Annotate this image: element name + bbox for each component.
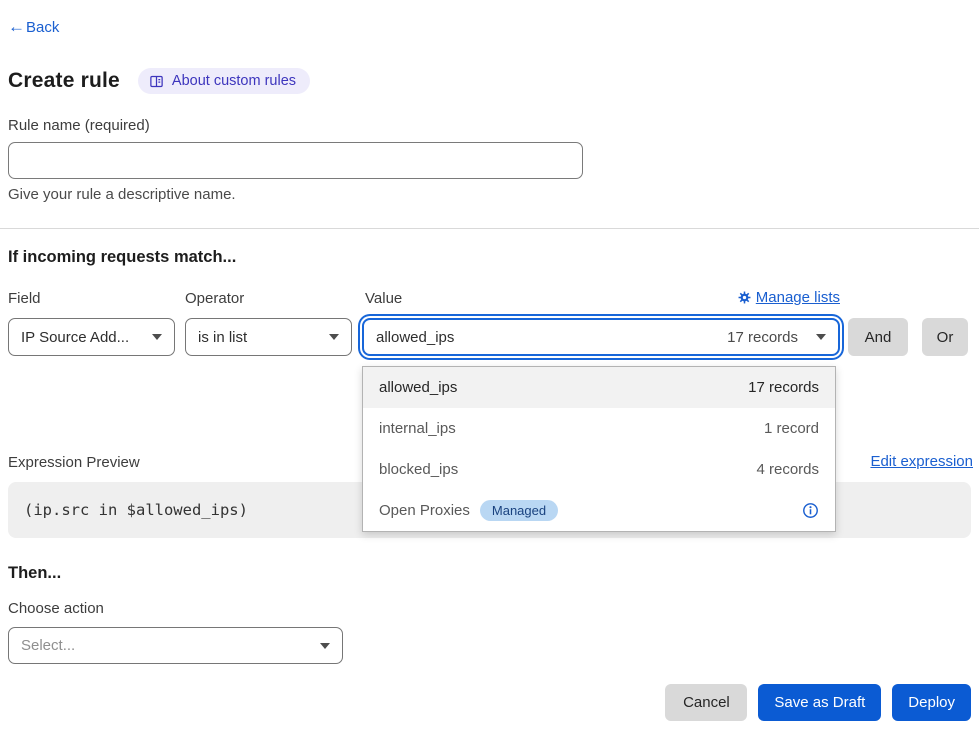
list-item-name: blocked_ips bbox=[379, 461, 458, 478]
field-select-value: IP Source Add... bbox=[21, 329, 129, 346]
info-icon[interactable] bbox=[802, 502, 819, 519]
chevron-down-icon bbox=[320, 643, 330, 649]
manage-lists-link[interactable]: Manage lists bbox=[738, 289, 840, 306]
operator-label: Operator bbox=[185, 290, 244, 307]
action-select[interactable]: Select... bbox=[8, 627, 343, 664]
choose-action-label: Choose action bbox=[8, 600, 104, 617]
expression-code: (ip.src in $allowed_ips) bbox=[24, 501, 248, 519]
title-row: Create rule About custom rules bbox=[8, 66, 310, 96]
list-item-blocked-ips[interactable]: blocked_ips 4 records bbox=[363, 449, 835, 490]
chevron-down-icon bbox=[152, 334, 162, 340]
value-select-dropdown: allowed_ips 17 records internal_ips 1 re… bbox=[362, 366, 836, 532]
save-as-draft-button[interactable]: Save as Draft bbox=[758, 684, 881, 721]
chevron-down-icon bbox=[816, 334, 826, 340]
footer-actions: Cancel Save as Draft Deploy bbox=[665, 684, 971, 721]
rule-name-helper: Give your rule a descriptive name. bbox=[8, 186, 236, 203]
list-item-meta: 1 record bbox=[764, 420, 819, 437]
managed-badge: Managed bbox=[480, 500, 558, 521]
value-label: Value bbox=[365, 290, 402, 307]
operator-select-value: is in list bbox=[198, 329, 247, 346]
list-item-allowed-ips[interactable]: allowed_ips 17 records bbox=[363, 367, 835, 408]
value-select-meta: 17 records bbox=[727, 329, 798, 346]
list-item-meta: 4 records bbox=[756, 461, 819, 478]
expression-preview-label: Expression Preview bbox=[8, 454, 140, 471]
action-select-placeholder: Select... bbox=[21, 637, 75, 654]
operator-select[interactable]: is in list bbox=[185, 318, 352, 356]
page-title: Create rule bbox=[8, 69, 120, 93]
rule-name-label: Rule name (required) bbox=[8, 117, 150, 134]
list-item-name: allowed_ips bbox=[379, 379, 457, 396]
field-label: Field bbox=[8, 290, 41, 307]
list-item-internal-ips[interactable]: internal_ips 1 record bbox=[363, 408, 835, 449]
gear-icon bbox=[738, 291, 751, 304]
book-icon bbox=[149, 74, 164, 89]
cancel-button[interactable]: Cancel bbox=[665, 684, 747, 721]
list-item-name: Open Proxies bbox=[379, 502, 470, 519]
about-custom-rules-link[interactable]: About custom rules bbox=[138, 68, 310, 94]
list-item-name: internal_ips bbox=[379, 420, 456, 437]
manage-lists-label: Manage lists bbox=[756, 289, 840, 306]
deploy-button[interactable]: Deploy bbox=[892, 684, 971, 721]
about-custom-rules-label: About custom rules bbox=[172, 73, 296, 89]
field-select[interactable]: IP Source Add... bbox=[8, 318, 175, 356]
create-rule-page: ← Back Create rule About custom rules Ru… bbox=[0, 0, 979, 739]
back-link[interactable]: ← Back bbox=[8, 17, 59, 37]
back-arrow-icon: ← bbox=[8, 17, 25, 37]
list-item-meta: 17 records bbox=[748, 379, 819, 396]
section-divider bbox=[0, 228, 979, 229]
or-button[interactable]: Or bbox=[922, 318, 968, 356]
edit-expression-link[interactable]: Edit expression bbox=[870, 453, 973, 470]
list-item-open-proxies[interactable]: Open Proxies Managed bbox=[363, 490, 835, 531]
then-section-heading: Then... bbox=[8, 564, 61, 583]
match-section-heading: If incoming requests match... bbox=[8, 248, 236, 267]
value-select-value: allowed_ips bbox=[376, 329, 454, 346]
chevron-down-icon bbox=[329, 334, 339, 340]
and-button[interactable]: And bbox=[848, 318, 908, 356]
back-label: Back bbox=[26, 19, 59, 36]
rule-name-input[interactable] bbox=[8, 142, 583, 179]
value-select[interactable]: allowed_ips 17 records bbox=[362, 318, 840, 356]
